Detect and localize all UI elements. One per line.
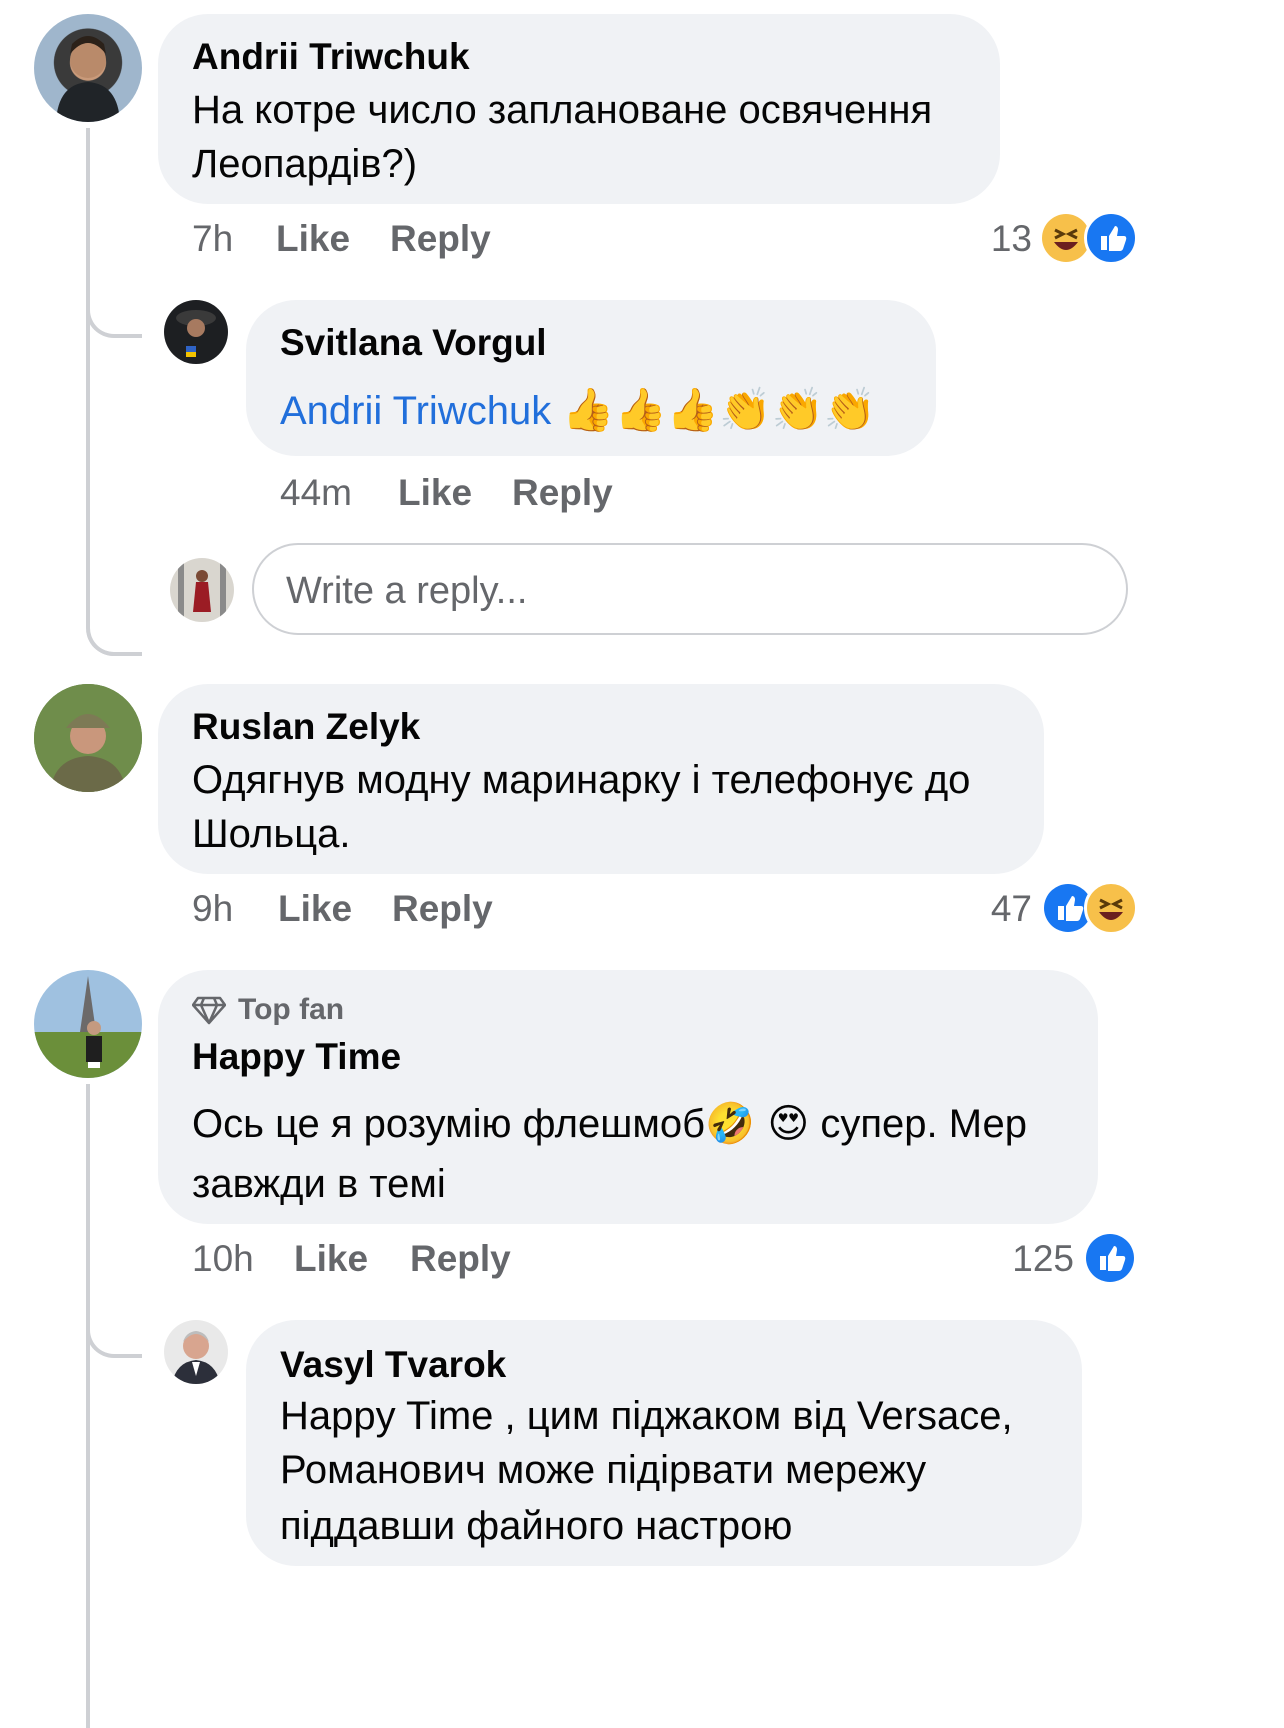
avatar: [170, 558, 234, 622]
comment-text: На котре число заплановане освячення: [192, 88, 933, 132]
comment-text: Леопардів?): [192, 142, 418, 186]
reaction-count[interactable]: 125: [990, 1238, 1074, 1280]
thread-connector: [86, 290, 142, 338]
reply-button[interactable]: Reply: [390, 218, 491, 260]
like-icon: [1084, 211, 1138, 265]
comment-text: Одягнув модну маринарку і телефонує до: [192, 758, 971, 802]
emoji-text: 🤣 😍: [705, 1101, 810, 1147]
comment-time[interactable]: 7h: [192, 218, 233, 260]
comment-author[interactable]: Happy Time: [192, 1036, 401, 1078]
reply-input-placeholder: Write a reply...: [286, 570, 528, 612]
reply-time[interactable]: 44m: [280, 472, 352, 514]
mention-link[interactable]: Andrii Triwchuk: [280, 389, 551, 433]
comment-author[interactable]: Andrii Triwchuk: [192, 36, 470, 78]
reply-text: Happy Time , цим піджаком від Versace,: [280, 1394, 1013, 1438]
like-button[interactable]: Like: [276, 218, 350, 260]
comment-time[interactable]: 9h: [192, 888, 233, 930]
reply-button[interactable]: Reply: [512, 472, 613, 514]
avatar[interactable]: [34, 970, 142, 1078]
like-button[interactable]: Like: [398, 472, 472, 514]
reply-button[interactable]: Reply: [410, 1238, 511, 1280]
reaction-count[interactable]: 47: [980, 888, 1032, 930]
comment-author[interactable]: Ruslan Zelyk: [192, 706, 420, 748]
diamond-icon: [191, 995, 227, 1025]
thread-connector: [86, 1310, 142, 1358]
thread-connector: [86, 420, 142, 656]
comment-text: завжди в темі: [192, 1162, 446, 1206]
avatar[interactable]: [164, 300, 228, 364]
thread-line: [86, 1084, 90, 1728]
thread-line: [86, 128, 90, 428]
avatar[interactable]: [164, 1320, 228, 1384]
comment-text: Ось це я розумію флешмоб🤣 😍 супер. Мер: [192, 1101, 1027, 1147]
reply-text: Andrii Triwchuk 👍👍👍👏👏👏: [280, 380, 876, 441]
top-fan-badge: Top fan: [238, 993, 345, 1026]
reply-author[interactable]: Svitlana Vorgul: [280, 322, 547, 364]
reply-author[interactable]: Vasyl Tvarok: [280, 1344, 506, 1386]
reaction-count[interactable]: 13: [980, 218, 1032, 260]
reply-text: Романович може підірвати мережу: [280, 1448, 927, 1492]
like-button[interactable]: Like: [278, 888, 352, 930]
comment-time[interactable]: 10h: [192, 1238, 254, 1280]
avatar[interactable]: [34, 684, 142, 792]
haha-icon: [1042, 214, 1090, 262]
comment-text: Шольца.: [192, 812, 351, 856]
avatar[interactable]: [34, 14, 142, 122]
like-button[interactable]: Like: [294, 1238, 368, 1280]
reply-text: піддавши файного настрою: [280, 1504, 793, 1548]
emoji-text: 👍👍👍👏👏👏: [562, 385, 877, 434]
reply-button[interactable]: Reply: [392, 888, 493, 930]
like-icon: [1086, 1234, 1134, 1282]
haha-icon: [1084, 881, 1138, 935]
